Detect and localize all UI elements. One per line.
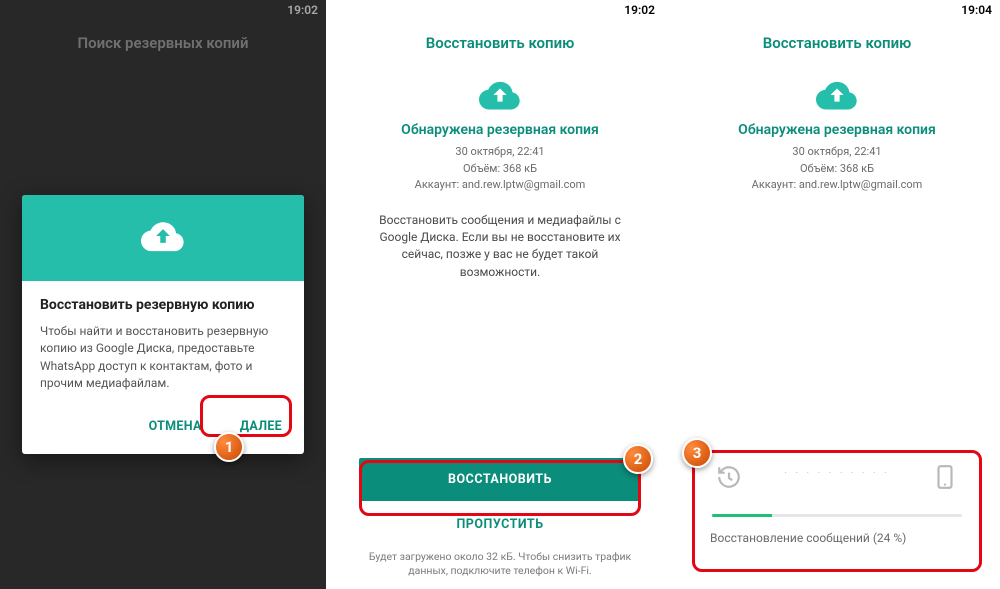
- backup-size: Объём: 368 кБ: [696, 161, 978, 178]
- dialog-header: [22, 195, 304, 281]
- clock: 19:04: [961, 3, 992, 17]
- cloud-upload-icon: [696, 80, 978, 110]
- annotation-callout: [359, 460, 641, 516]
- data-usage-footnote: Будет загружено около 32 кБ. Чтобы снизи…: [359, 550, 641, 579]
- dialog-text: Чтобы найти и восстановить резервную коп…: [40, 323, 286, 393]
- dialog-body: Восстановить резервную копию Чтобы найти…: [22, 281, 304, 403]
- content-area: Обнаружена резервная копия 30 октября, 2…: [674, 62, 1000, 194]
- content-area: Обнаружена резервная копия 30 октября, 2…: [337, 62, 663, 281]
- status-bar: 19:02: [337, 0, 663, 20]
- annotation-marker-1: 1: [214, 432, 244, 462]
- status-bar: 19:04: [674, 0, 1000, 20]
- restore-explanation: Восстановить сообщения и медиафайлы с Go…: [359, 212, 641, 282]
- backup-found-heading: Обнаружена резервная копия: [696, 122, 978, 138]
- annotation-marker-2: 2: [623, 444, 653, 474]
- backup-size: Объём: 368 кБ: [359, 161, 641, 178]
- backup-date: 30 октября, 22:41: [359, 144, 641, 161]
- page-title: Восстановить копию: [337, 20, 663, 62]
- cloud-upload-icon: [359, 80, 641, 110]
- page-title: Восстановить копию: [674, 20, 1000, 62]
- backup-date: 30 октября, 22:41: [696, 144, 978, 161]
- backup-found-heading: Обнаружена резервная копия: [359, 122, 641, 138]
- backup-account: Аккаунт: and.rew.lptw@gmail.com: [696, 177, 978, 194]
- backup-account: Аккаунт: and.rew.lptw@gmail.com: [359, 177, 641, 194]
- screen-restore-progress: 19:04 Восстановить копию Обнаружена резе…: [674, 0, 1000, 589]
- annotation-callout: [200, 395, 292, 437]
- clock: 19:02: [624, 3, 655, 17]
- screen-restore-found: 19:02 Восстановить копию Обнаружена резе…: [337, 0, 663, 589]
- annotation-callout: [692, 450, 982, 572]
- screen-backup-search: 19:02 Поиск резервных копий Восстановить…: [0, 0, 326, 589]
- dialog-heading: Восстановить резервную копию: [40, 297, 286, 313]
- cloud-upload-icon: [141, 220, 185, 256]
- annotation-marker-3: 3: [682, 438, 712, 468]
